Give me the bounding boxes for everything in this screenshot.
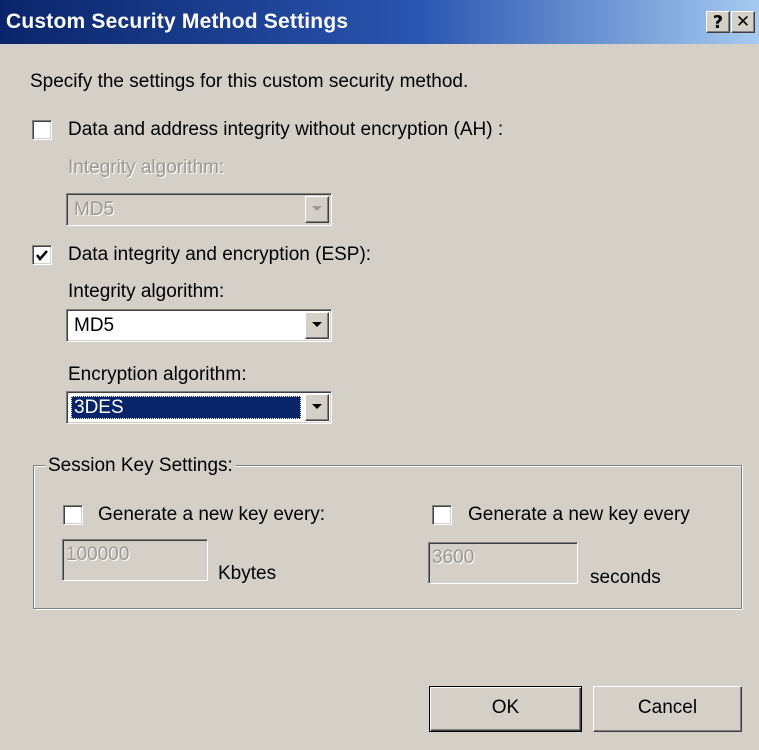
seconds-value: 3600 [432,547,475,568]
kbytes-value: 100000 [66,544,130,565]
ah-checkbox-label[interactable]: Data and address integrity without encry… [68,119,503,141]
encryption-dropdown-button[interactable] [305,394,329,421]
kbytes-input: 100000 [62,539,208,581]
title-bar: Custom Security Method Settings ? ✕ [0,0,759,44]
help-button[interactable]: ? [706,11,730,33]
esp-checkbox-label[interactable]: Data integrity and encryption (ESP): [68,244,371,266]
ah-integrity-value: MD5 [74,199,115,220]
seconds-unit: seconds [590,567,661,588]
ah-integrity-dropdown-button [305,196,329,223]
encryption-select[interactable]: 3DES [66,391,332,424]
seconds-checkbox-label[interactable]: Generate a new key every [468,504,690,526]
esp-integrity-dropdown-button[interactable] [305,312,329,339]
window-title: Custom Security Method Settings [6,10,349,33]
esp-integrity-label: Integrity algorithm: [68,281,225,302]
encryption-value: 3DES [71,396,301,419]
esp-integrity-select[interactable]: MD5 [66,309,332,342]
session-key-legend: Session Key Settings: [45,455,236,477]
intro-text: Specify the settings for this custom sec… [30,71,469,92]
chevron-down-icon [312,322,322,327]
kbytes-unit: Kbytes [218,563,277,584]
chevron-down-icon [312,206,322,211]
encryption-label: Encryption algorithm: [68,364,247,385]
seconds-input: 3600 [428,542,578,584]
seconds-checkbox[interactable] [432,505,452,525]
ok-button[interactable]: OK [429,686,582,732]
ah-integrity-select: MD5 [66,193,332,226]
help-icon: ? [712,12,724,33]
kbytes-checkbox[interactable] [63,505,83,525]
ah-checkbox[interactable] [32,120,52,140]
esp-checkbox[interactable] [32,245,52,265]
cancel-button[interactable]: Cancel [593,686,742,732]
checkmark-icon [36,250,48,261]
close-button[interactable]: ✕ [731,11,755,33]
close-icon: ✕ [735,12,751,32]
chevron-down-icon [312,404,322,409]
kbytes-checkbox-label[interactable]: Generate a new key every: [98,504,325,526]
esp-integrity-value: MD5 [74,315,115,336]
ah-integrity-label: Integrity algorithm: [68,157,225,178]
